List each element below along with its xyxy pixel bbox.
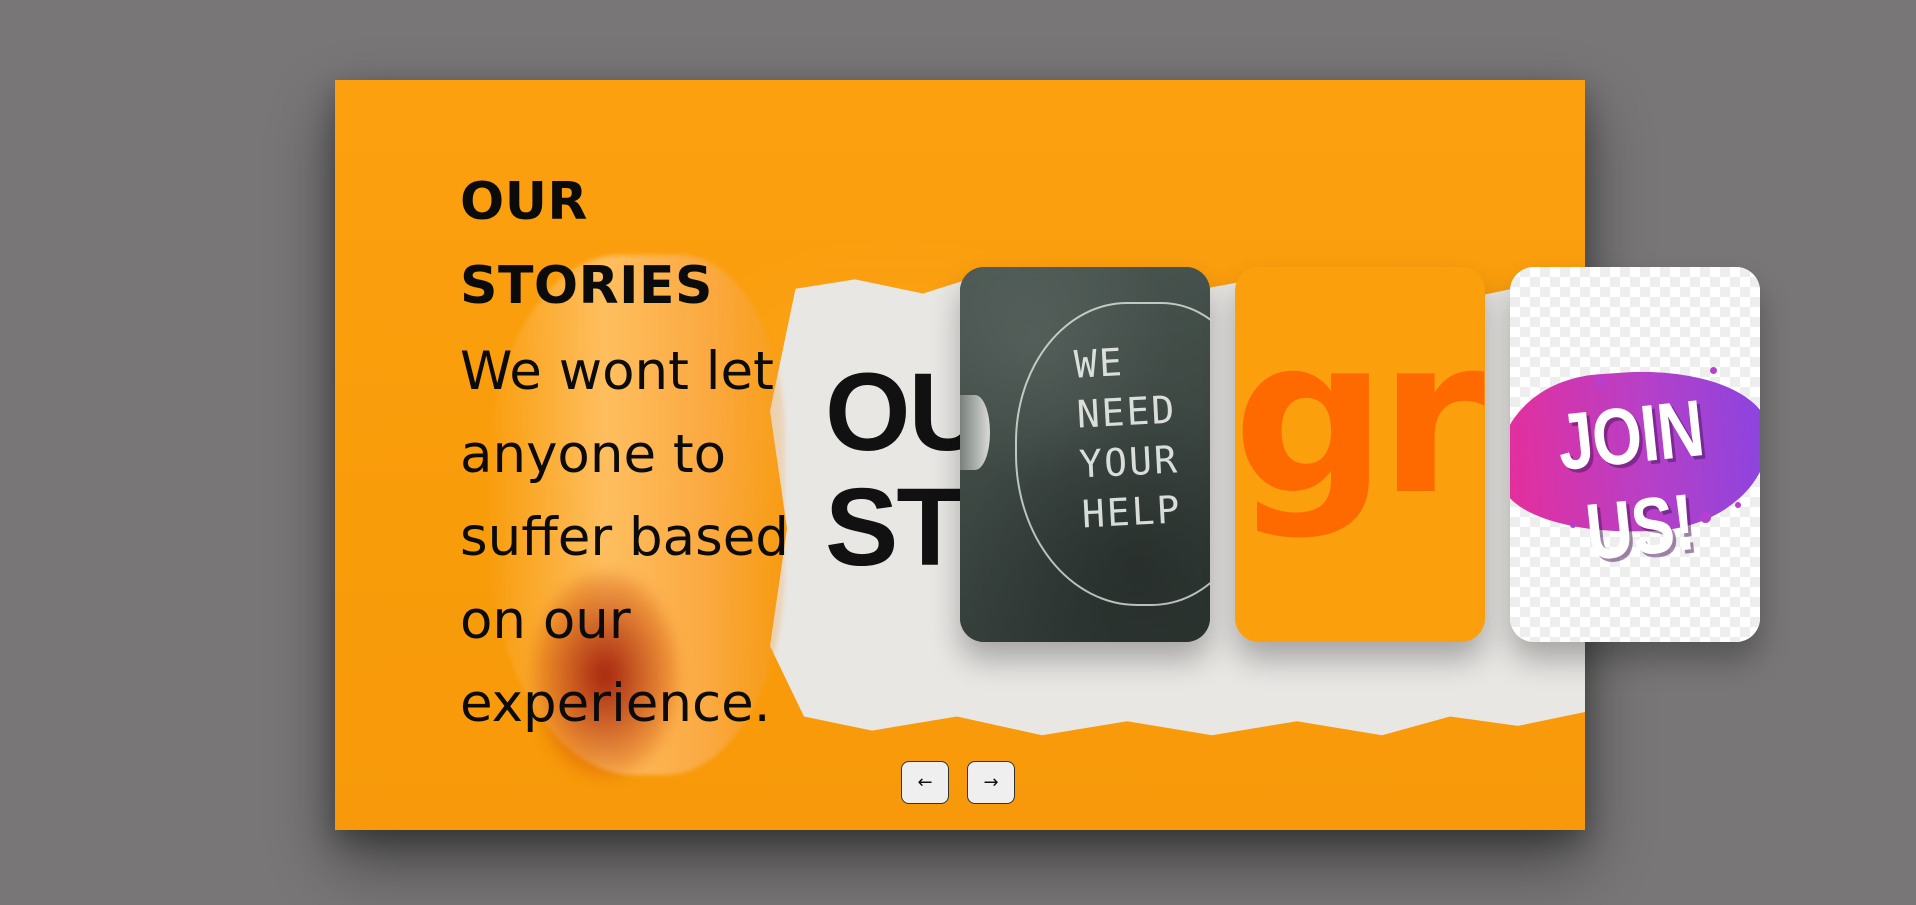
slide-card-help[interactable]: WE NEED YOUR HELP: [960, 267, 1210, 642]
splash-dot: [1595, 377, 1605, 387]
hero-copy: OUR STORIES We wont let anyone to suffer…: [460, 160, 840, 745]
card-help-text: WE NEED YOUR HELP: [1072, 340, 1183, 537]
arrow-right-icon: →: [983, 771, 999, 793]
arrow-left-icon: ←: [917, 771, 933, 793]
card-join-us-text: JOIN US!: [1553, 382, 1708, 578]
splash-dot: [1710, 367, 1717, 374]
hero-subtitle: We wont let anyone to suffer based on ou…: [460, 341, 789, 734]
slide-card-join-us[interactable]: JOIN US!: [1510, 267, 1760, 642]
hero-title: OUR STORIES: [460, 172, 713, 316]
slide-card-typography[interactable]: gr: [1235, 267, 1485, 642]
next-slide-button[interactable]: →: [967, 761, 1015, 804]
card-typography-text: gr: [1235, 291, 1485, 542]
slider-controls: ← →: [901, 761, 1015, 804]
prev-slide-button[interactable]: ←: [901, 761, 949, 804]
megaphone-icon: [960, 395, 990, 470]
